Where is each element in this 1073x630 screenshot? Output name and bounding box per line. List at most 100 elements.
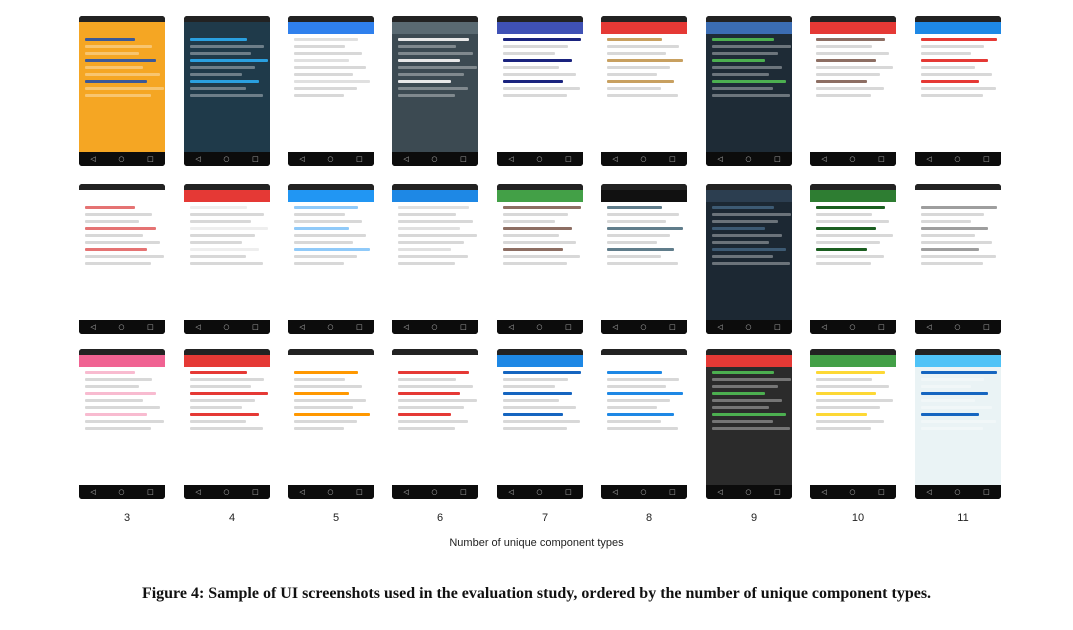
- content-line: [294, 406, 353, 409]
- recents-icon: □: [252, 488, 259, 496]
- back-icon: ◁: [717, 323, 723, 331]
- back-icon: ◁: [612, 323, 618, 331]
- content-line: [294, 248, 370, 251]
- ui-screenshot-planning-text: ◁ ○ □: [392, 16, 478, 166]
- recents-icon: □: [669, 155, 676, 163]
- content-line: [398, 227, 460, 230]
- content-line: [816, 227, 876, 230]
- back-icon: ◁: [195, 155, 201, 163]
- content-line: [503, 413, 563, 416]
- content-line: [712, 406, 769, 409]
- content-line: [712, 38, 774, 41]
- ui-screenshot-form-settings: ◁ ○ □: [288, 16, 374, 166]
- screen-content: [288, 190, 374, 320]
- recents-icon: □: [565, 488, 572, 496]
- home-icon: ○: [954, 488, 961, 496]
- ui-screenshot-app-store-list: ◁ ○ □: [497, 16, 583, 166]
- content-line: [294, 255, 357, 258]
- content-line: [85, 206, 135, 209]
- column-label: 10: [851, 512, 865, 524]
- content-line: [503, 262, 567, 265]
- screen-content: [497, 355, 583, 485]
- recents-icon: □: [356, 488, 363, 496]
- back-icon: ◁: [821, 323, 827, 331]
- screen-content: [601, 355, 687, 485]
- content-line: [816, 59, 876, 62]
- content-line: [398, 94, 455, 97]
- app-toolbar: [392, 22, 478, 34]
- content-line: [503, 385, 555, 388]
- content-line: [607, 227, 683, 230]
- android-nav-bar: ◁ ○ □: [810, 152, 896, 166]
- content-line: [607, 87, 661, 90]
- content-line: [503, 52, 555, 55]
- home-icon: ○: [640, 155, 647, 163]
- app-toolbar: [497, 190, 583, 202]
- content-line: [607, 406, 657, 409]
- content-line: [816, 80, 867, 83]
- screen-content: [706, 190, 792, 320]
- back-icon: ◁: [299, 155, 305, 163]
- content-line: [294, 385, 362, 388]
- ui-screenshot-auto-news-list: ◁ ○ □: [497, 184, 583, 334]
- content-line: [921, 399, 975, 402]
- content-line: [816, 241, 880, 244]
- content-line: [712, 220, 778, 223]
- content-line: [503, 80, 563, 83]
- content-line: [398, 73, 464, 76]
- content-line: [503, 38, 581, 41]
- android-nav-bar: ◁ ○ □: [915, 320, 1001, 334]
- home-icon: ○: [118, 488, 125, 496]
- content-line: [607, 94, 678, 97]
- recents-icon: □: [565, 155, 572, 163]
- content-line: [294, 52, 362, 55]
- content-line: [398, 248, 451, 251]
- app-toolbar: [810, 190, 896, 202]
- screen-content: [706, 22, 792, 152]
- content-line: [816, 73, 880, 76]
- home-icon: ○: [223, 155, 230, 163]
- content-line: [816, 392, 876, 395]
- content-line: [85, 392, 156, 395]
- content-line: [712, 213, 791, 216]
- content-line: [607, 52, 666, 55]
- column-label: 7: [541, 512, 549, 524]
- back-icon: ◁: [926, 323, 932, 331]
- ui-screenshot-offline-page: ◁ ○ □: [392, 349, 478, 499]
- ui-screenshot-radio-stations: ◁ ○ □: [706, 184, 792, 334]
- content-line: [607, 38, 662, 41]
- home-icon: ○: [849, 488, 856, 496]
- content-line: [294, 262, 344, 265]
- content-line: [398, 87, 468, 90]
- content-line: [398, 59, 460, 62]
- content-line: [190, 94, 263, 97]
- content-line: [503, 73, 576, 76]
- ui-screenshot-onboarding-sign-in: ◁ ○ □: [79, 16, 165, 166]
- home-icon: ○: [118, 323, 125, 331]
- content-line: [294, 213, 345, 216]
- back-icon: ◁: [90, 155, 96, 163]
- recents-icon: □: [147, 155, 154, 163]
- ui-screenshot-contact-card: ◁ ○ □: [184, 349, 270, 499]
- content-line: [398, 399, 477, 402]
- content-line: [190, 420, 246, 423]
- content-line: [294, 227, 349, 230]
- content-line: [190, 399, 255, 402]
- content-line: [712, 378, 791, 381]
- ui-screenshot-budget-transactions: ◁ ○ □: [706, 16, 792, 166]
- content-line: [294, 206, 358, 209]
- back-icon: ◁: [195, 323, 201, 331]
- recents-icon: □: [774, 323, 781, 331]
- screen-content: [706, 355, 792, 485]
- content-line: [503, 220, 555, 223]
- recents-icon: □: [252, 323, 259, 331]
- content-line: [607, 378, 679, 381]
- home-icon: ○: [745, 323, 752, 331]
- content-line: [503, 241, 576, 244]
- screen-content: [288, 355, 374, 485]
- content-line: [816, 248, 867, 251]
- content-line: [294, 59, 349, 62]
- content-line: [190, 73, 242, 76]
- home-icon: ○: [431, 155, 438, 163]
- content-line: [607, 420, 661, 423]
